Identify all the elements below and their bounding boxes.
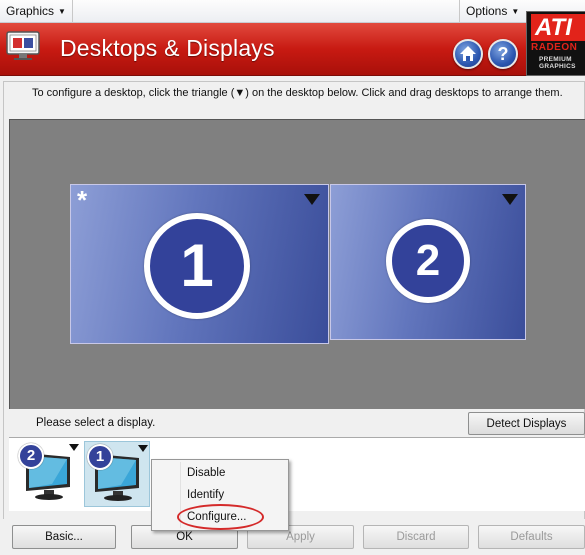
desktop-1[interactable]: * 1: [70, 184, 329, 344]
page-title: Desktops & Displays: [60, 35, 275, 61]
menu-bar: Graphics ▼ Options ▼: [0, 0, 585, 23]
premium-graphics-label: PREMIUM GRAPHICS: [539, 56, 576, 70]
detect-displays-button[interactable]: Detect Displays: [468, 412, 585, 435]
display-menu-triangle-icon[interactable]: [69, 444, 79, 451]
chevron-down-icon: ▼: [58, 7, 66, 16]
options-menu[interactable]: Options ▼: [459, 0, 525, 22]
menu-item-disable[interactable]: Disable: [152, 462, 288, 484]
display-number-badge: 1: [87, 444, 113, 470]
desktop-menu-triangle-icon[interactable]: [304, 194, 320, 205]
home-button[interactable]: [453, 39, 483, 69]
desktop-menu-triangle-icon[interactable]: [502, 194, 518, 205]
desktop-number: 2: [386, 219, 470, 303]
display-menu-triangle-icon[interactable]: [138, 445, 148, 452]
display-number-badge: 2: [18, 443, 44, 469]
home-icon: [460, 46, 476, 61]
help-button[interactable]: ?: [488, 39, 518, 69]
select-display-prompt: Please select a display.: [36, 417, 156, 429]
primary-desktop-marker: *: [77, 185, 88, 215]
ati-logo: ATI RADEON PREMIUM GRAPHICS: [526, 11, 585, 76]
basic-button[interactable]: Basic...: [12, 525, 116, 549]
ati-brand: ATI: [531, 14, 585, 41]
options-menu-label: Options: [466, 4, 508, 18]
desktop-number: 1: [144, 213, 250, 319]
help-icon: ?: [497, 44, 509, 64]
display-thumbnail-1[interactable]: 1: [84, 441, 150, 507]
desktop-2[interactable]: 2: [330, 184, 526, 340]
page-header: Desktops & Displays ?: [0, 23, 585, 76]
graphics-menu-label: Graphics: [6, 4, 55, 18]
chevron-down-icon: ▼: [511, 7, 520, 16]
desktops-displays-icon: [6, 31, 40, 60]
defaults-button[interactable]: Defaults: [478, 525, 585, 549]
radeon-label: RADEON: [531, 42, 578, 53]
display-thumbnail-2[interactable]: 2: [16, 441, 82, 507]
configure-highlight-ring: [177, 504, 264, 530]
graphics-menu[interactable]: Graphics ▼: [0, 0, 73, 22]
instruction-text: To configure a desktop, click the triang…: [32, 87, 563, 99]
discard-button[interactable]: Discard: [363, 525, 469, 549]
menu-item-identify[interactable]: Identify: [152, 484, 288, 506]
